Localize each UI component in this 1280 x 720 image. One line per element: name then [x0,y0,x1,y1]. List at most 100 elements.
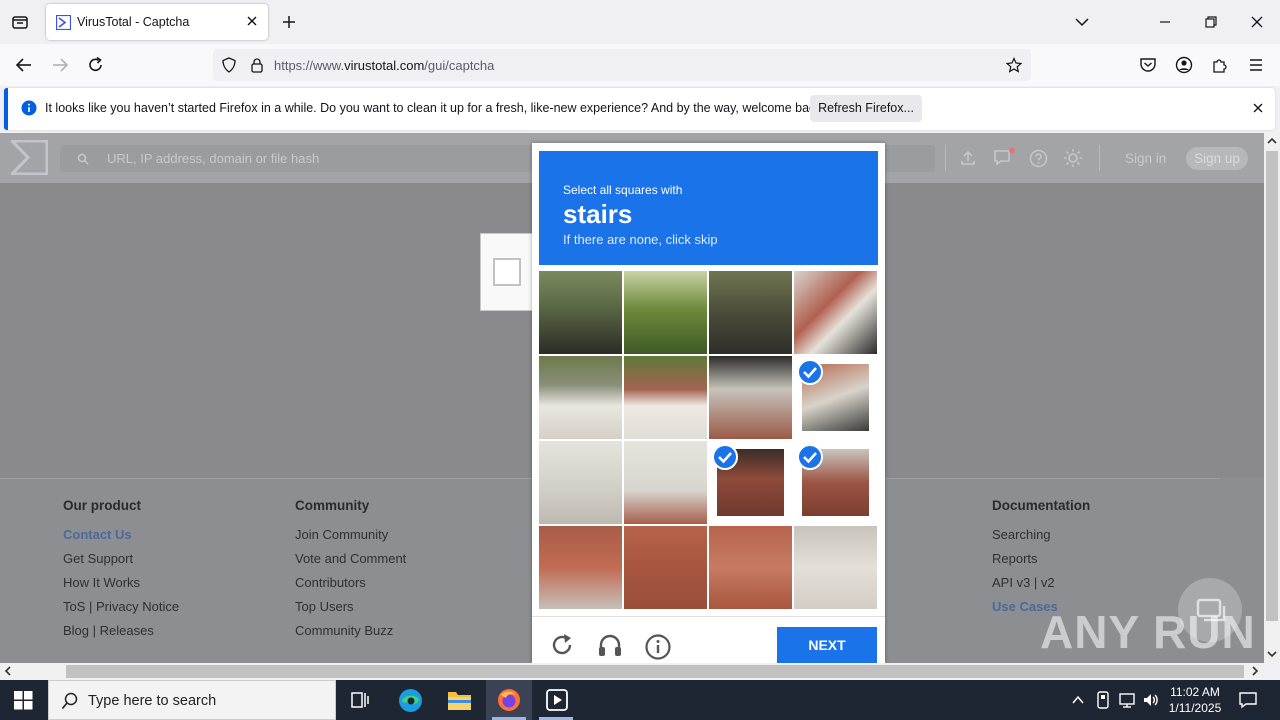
horizontal-scroll-thumb[interactable] [66,665,1244,678]
scroll-up-icon[interactable] [1267,136,1277,146]
close-notification-icon[interactable] [1251,101,1265,115]
sign-in-link[interactable]: Sign in [1125,151,1166,166]
captcha-tile[interactable] [539,356,622,439]
captcha-tile[interactable] [624,356,707,439]
footer-link[interactable]: Reports [992,551,1090,575]
edge-browser-icon[interactable] [398,688,423,713]
footer-link[interactable]: Community Buzz [295,623,406,647]
navigation-toolbar: https://www.virustotal.com/gui/captcha [0,44,1280,86]
captcha-tile[interactable] [624,526,707,609]
app-menu-icon[interactable] [1247,56,1265,74]
footer-heading: Our product [63,498,141,513]
url-bar[interactable]: https://www.virustotal.com/gui/captcha [213,49,1031,81]
captcha-tile[interactable] [624,271,707,354]
audio-challenge-icon[interactable] [597,633,623,659]
footer-link[interactable]: Vote and Comment [295,551,406,575]
network-icon[interactable] [1118,691,1138,709]
reload-challenge-icon[interactable] [550,633,574,657]
play-app-icon [546,689,568,711]
captcha-tile[interactable] [539,441,622,524]
vertical-scroll-thumb[interactable] [1266,151,1278,621]
captcha-tile[interactable] [709,271,792,354]
upload-icon[interactable] [959,149,977,167]
virustotal-logo-icon[interactable] [11,140,48,175]
theme-toggle-icon[interactable] [1063,148,1083,168]
back-icon[interactable] [15,56,33,74]
captcha-tile[interactable] [624,441,707,524]
footer-link[interactable]: Contributors [295,575,406,599]
notifications-icon[interactable] [993,147,1017,167]
captcha-tile[interactable] [709,526,792,609]
horizontal-scrollbar[interactable] [0,663,1264,680]
footer-link[interactable]: Top Users [295,599,406,623]
captcha-tile[interactable] [794,441,877,524]
pocket-icon[interactable] [1139,56,1157,74]
task-view-icon[interactable] [350,690,370,710]
system-clock[interactable]: 11:02 AM 1/11/2025 [1162,684,1228,716]
show-hidden-icons-icon[interactable] [1071,693,1085,707]
volume-icon[interactable] [1142,691,1160,709]
captcha-tile[interactable] [709,441,792,524]
lock-icon[interactable] [249,57,265,73]
footer-col-product: Our product Contact Us Get Support How I… [63,498,179,647]
notification-message: It looks like you haven’t started Firefo… [45,101,826,115]
notification-center-icon[interactable] [1238,691,1258,709]
selected-check-icon [797,444,823,470]
file-explorer-icon[interactable] [447,689,472,711]
captcha-tile[interactable] [794,356,877,439]
header-divider [945,145,946,171]
new-tab-icon[interactable] [281,14,297,30]
captcha-tile[interactable] [794,271,877,354]
captcha-tile[interactable] [539,526,622,609]
footer-heading: Community [295,498,370,513]
close-tab-icon[interactable] [244,13,260,29]
usb-device-icon[interactable] [1095,691,1111,709]
footer-link[interactable]: How It Works [63,575,179,599]
active-tab[interactable]: VirusTotal - Captcha [46,4,268,40]
footer-link[interactable]: Searching [992,527,1090,551]
footer-link[interactable]: Blog | Releases [63,623,179,647]
captcha-tile[interactable] [709,356,792,439]
windows-start-icon[interactable] [14,691,33,710]
tab-strip: VirusTotal - Captcha [0,0,1280,44]
footer-col-community: Community Join Community Vote and Commen… [295,498,406,647]
recaptcha-checkbox[interactable] [493,258,521,286]
footer-link[interactable]: ToS | Privacy Notice [63,599,179,623]
scroll-right-icon[interactable] [1250,666,1260,676]
captcha-keyword: stairs [563,199,633,229]
next-button[interactable]: NEXT [777,627,877,664]
captcha-tile[interactable] [539,271,622,354]
info-challenge-icon[interactable] [645,634,671,660]
vt-search-placeholder: URL, IP address, domain or file hash [107,151,320,166]
refresh-firefox-button[interactable]: Refresh Firefox... [810,95,922,122]
scroll-left-icon[interactable] [3,666,13,676]
selected-check-icon [797,359,823,385]
vertical-scrollbar[interactable] [1264,133,1280,663]
captcha-tile[interactable] [794,526,877,609]
firefox-icon [498,689,520,711]
minimize-icon[interactable] [1157,14,1173,30]
firefox-view-icon[interactable] [11,13,29,31]
footer-link[interactable]: API v3 | v2 [992,575,1090,599]
scroll-down-icon[interactable] [1267,649,1277,659]
footer-link[interactable]: Join Community [295,527,406,551]
app-taskbar-button[interactable] [533,680,579,720]
help-icon[interactable] [1029,149,1048,168]
bookmark-star-icon[interactable] [1006,57,1022,73]
tracking-protection-shield-icon[interactable] [221,57,237,73]
restore-icon[interactable] [1203,14,1219,30]
extensions-icon[interactable] [1211,56,1229,74]
sign-up-button[interactable]: Sign up [1186,147,1248,170]
account-icon[interactable] [1175,56,1193,74]
list-all-tabs-icon[interactable] [1074,14,1090,30]
reload-icon[interactable] [87,56,105,74]
firefox-taskbar-button[interactable] [486,680,532,720]
url-host: virustotal.com [344,58,425,73]
footer-link[interactable]: Get Support [63,551,179,575]
footer-link[interactable]: Contact Us [63,527,179,551]
info-icon [21,100,37,116]
forward-icon[interactable] [51,56,69,74]
taskbar-search-box[interactable]: Type here to search [48,680,336,720]
taskbar-search-placeholder: Type here to search [88,693,217,709]
close-window-icon[interactable] [1249,14,1265,30]
